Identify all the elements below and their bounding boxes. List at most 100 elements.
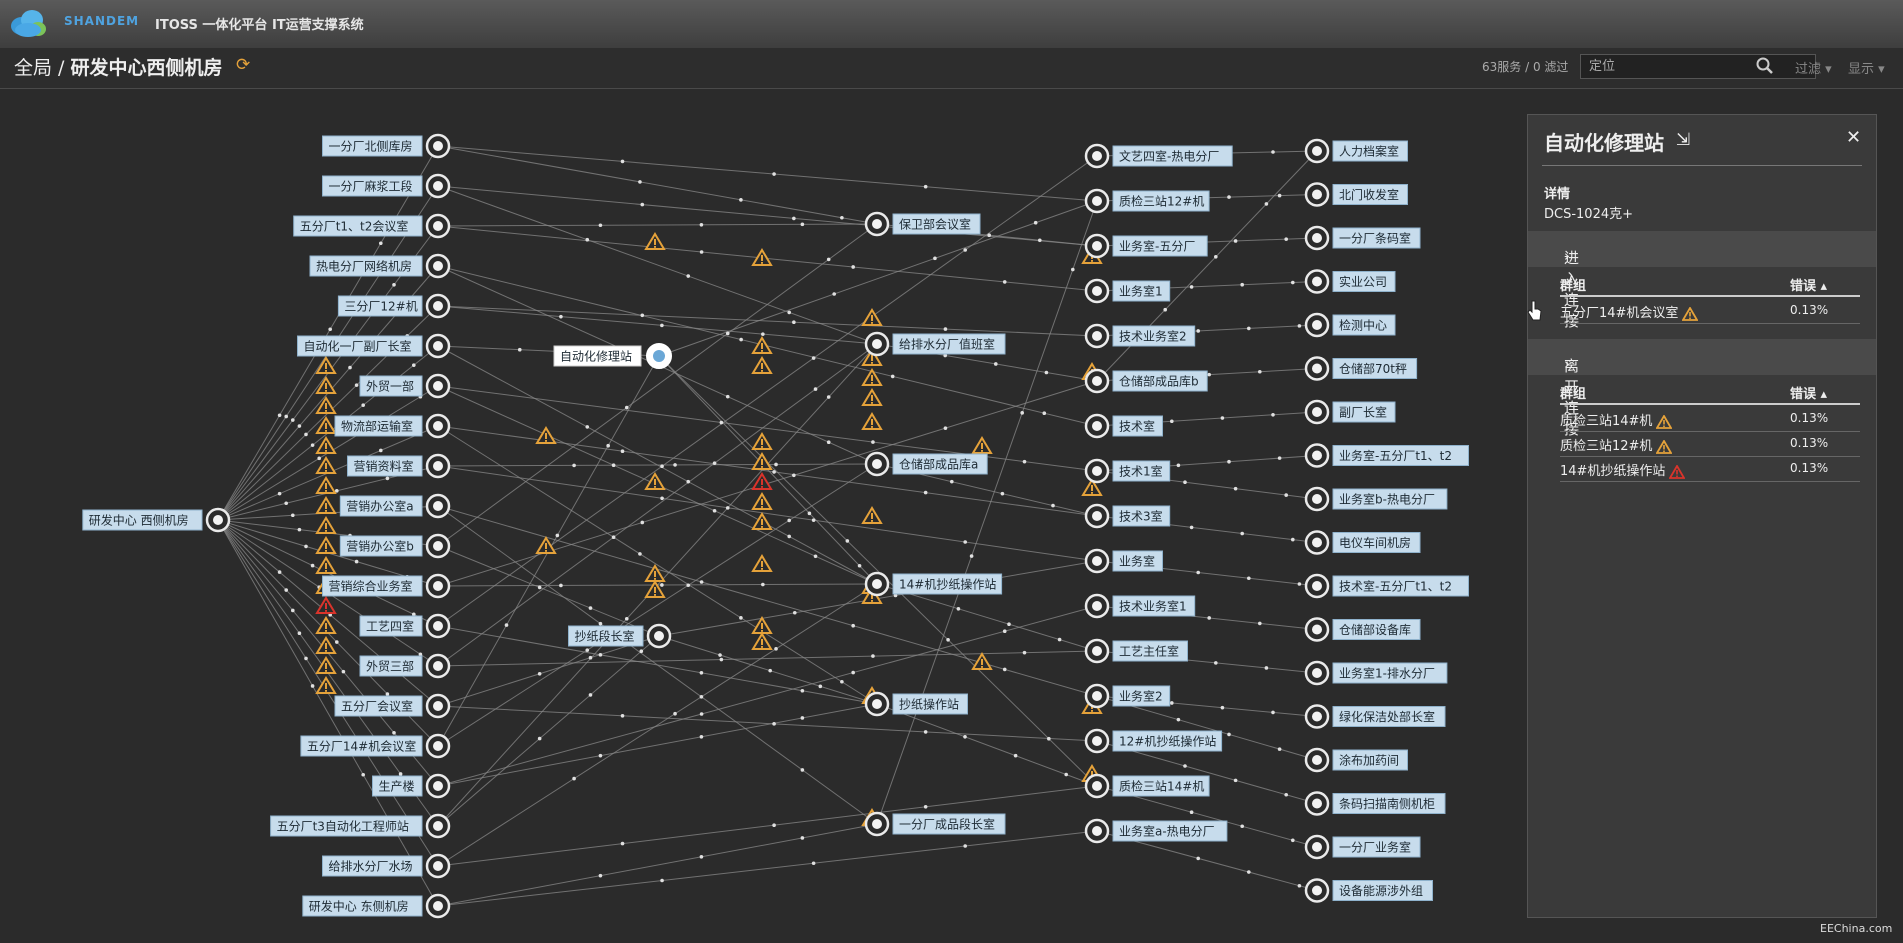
service-node[interactable]: 质检三站12#机: [1084, 188, 1210, 214]
service-node[interactable]: 技术室: [1084, 413, 1163, 439]
service-node[interactable]: 业务室1: [1084, 278, 1171, 304]
service-node[interactable]: 生产楼: [372, 773, 451, 799]
service-node[interactable]: 业务室b-热电分厂: [1304, 486, 1448, 512]
warning-icon[interactable]: [535, 426, 557, 444]
outgoing-row[interactable]: 质检三站14#机 0.13%: [1560, 407, 1860, 432]
warning-icon[interactable]: [861, 412, 883, 430]
incoming-section-header[interactable]: › 进入连接: [1528, 231, 1876, 330]
service-node[interactable]: 条码扫描南侧机柜: [1304, 791, 1446, 816]
service-node[interactable]: 保卫部会议室: [864, 211, 981, 237]
warning-icon[interactable]: [751, 554, 773, 572]
service-node[interactable]: 检测中心: [1304, 312, 1396, 338]
service-node[interactable]: 业务室: [1084, 548, 1163, 574]
service-node[interactable]: 北门收发室: [1304, 182, 1408, 207]
incoming-col-group[interactable]: 群组: [1560, 275, 1586, 294]
service-node[interactable]: 营销办公室b: [339, 533, 451, 559]
outgoing-row[interactable]: 质检三站12#机 0.13%: [1560, 432, 1860, 457]
warning-icon[interactable]: [315, 436, 337, 454]
warning-icon[interactable]: [315, 556, 337, 574]
warning-icon[interactable]: [315, 456, 337, 474]
service-node[interactable]: 五分厂会议室: [334, 693, 451, 719]
warning-icon[interactable]: [751, 632, 773, 650]
service-node[interactable]: 一分厂业务室: [1304, 834, 1421, 860]
service-node[interactable]: 一分厂条码室: [1304, 225, 1421, 251]
warning-icon[interactable]: [751, 336, 773, 354]
search-icon[interactable]: [1755, 56, 1775, 76]
warning-icon[interactable]: [751, 432, 773, 450]
service-node[interactable]: 外贸三部: [359, 653, 451, 679]
warning-icon[interactable]: [751, 512, 773, 530]
close-icon[interactable]: ✕: [1846, 127, 1861, 148]
warning-icon[interactable]: [861, 368, 883, 386]
service-node[interactable]: 仓储部成品库b: [1084, 368, 1208, 394]
service-node[interactable]: 一分厂麻浆工段: [322, 173, 451, 199]
warning-icon[interactable]: [751, 356, 773, 374]
service-node[interactable]: 绿化保洁处部长室: [1304, 704, 1446, 729]
service-node[interactable]: 三分厂12#机: [337, 293, 451, 319]
warning-icon[interactable]: [971, 436, 993, 454]
outgoing-section-header[interactable]: › 离开连接: [1528, 339, 1876, 438]
service-node[interactable]: 技术1室: [1084, 458, 1171, 484]
service-node[interactable]: 业务室2: [1084, 683, 1171, 709]
service-node[interactable]: 营销办公室a: [339, 493, 451, 519]
warning-icon[interactable]: [751, 492, 773, 510]
outgoing-row[interactable]: 14#机抄纸操作站 0.13%: [1560, 457, 1860, 482]
service-node[interactable]: 抄纸段长室: [568, 623, 672, 649]
service-node[interactable]: 人力档案室: [1304, 138, 1408, 164]
service-node[interactable]: 业务室1-排水分厂: [1304, 660, 1448, 686]
service-node[interactable]: 营销资料室: [347, 453, 451, 479]
breadcrumb-root[interactable]: 全局: [14, 57, 52, 79]
search-input[interactable]: [1580, 54, 1816, 79]
root-node[interactable]: 研发中心 西侧机房: [82, 507, 231, 533]
warning-icon[interactable]: [751, 616, 773, 634]
warning-icon[interactable]: [315, 496, 337, 514]
warning-icon[interactable]: [315, 476, 337, 494]
service-node[interactable]: 业务室-五分厂t1、t2: [1304, 443, 1469, 468]
warning-icon[interactable]: [315, 416, 337, 434]
service-node[interactable]: 仓储部成品库a: [864, 451, 988, 477]
service-node[interactable]: 给排水分厂值班室: [864, 331, 1006, 357]
service-node[interactable]: 研发中心 东侧机房: [302, 893, 451, 919]
warning-icon[interactable]: [315, 396, 337, 414]
incoming-col-error[interactable]: 错误 ▴: [1790, 275, 1827, 294]
service-node[interactable]: 工艺主任室: [1084, 638, 1188, 664]
service-node[interactable]: 涂布加药间: [1304, 747, 1408, 773]
service-node[interactable]: 热电分厂网络机房: [309, 253, 451, 279]
service-node[interactable]: 工艺四室: [359, 613, 451, 639]
selected-service-node[interactable]: 自动化修理站: [553, 343, 672, 369]
service-node[interactable]: 设备能源涉外组: [1304, 878, 1433, 903]
warning-icon[interactable]: [644, 232, 666, 250]
service-node[interactable]: 技术业务室2: [1084, 323, 1196, 349]
service-node[interactable]: 12#机抄纸操作站: [1084, 728, 1223, 754]
service-node[interactable]: 质检三站14#机: [1084, 773, 1210, 799]
service-node[interactable]: 自动化一厂副厂长室: [297, 333, 451, 359]
display-dropdown[interactable]: 显示 ▾: [1848, 58, 1885, 77]
service-node[interactable]: 文艺四室-热电分厂: [1084, 143, 1233, 169]
service-node[interactable]: 实业公司: [1304, 269, 1396, 294]
warning-icon[interactable]: [644, 564, 666, 582]
service-node[interactable]: 物流部运输室: [334, 413, 451, 439]
warning-icon[interactable]: [315, 616, 337, 634]
service-node[interactable]: 营销综合业务室: [322, 573, 451, 599]
service-node[interactable]: 电仪车间机房: [1304, 530, 1421, 555]
service-node[interactable]: 业务室-五分厂: [1084, 233, 1208, 259]
incoming-row[interactable]: 五分厂14#机会议室 0.13%: [1560, 299, 1860, 324]
service-node[interactable]: 外贸一部: [359, 373, 451, 399]
warning-icon[interactable]: [315, 656, 337, 674]
warning-icon[interactable]: [315, 636, 337, 654]
warning-icon[interactable]: [315, 376, 337, 394]
service-node[interactable]: 抄纸操作站: [864, 691, 968, 717]
service-node[interactable]: 仓储部设备库: [1304, 617, 1421, 642]
service-node[interactable]: 五分厂14#机会议室: [300, 733, 451, 759]
service-node[interactable]: 技术室-五分厂t1、t2: [1304, 573, 1469, 599]
warning-icon[interactable]: [751, 452, 773, 470]
service-node[interactable]: 14#机抄纸操作站: [864, 571, 1003, 597]
service-node[interactable]: 五分厂t3自动化工程师站: [270, 813, 451, 839]
service-node[interactable]: 一分厂成品段长室: [864, 811, 1006, 837]
warning-icon[interactable]: [315, 516, 337, 534]
refresh-icon[interactable]: ⟳: [236, 55, 250, 75]
outgoing-col-error[interactable]: 错误 ▴: [1790, 383, 1827, 402]
service-node[interactable]: 技术3室: [1084, 503, 1171, 529]
service-node[interactable]: 副厂长室: [1304, 399, 1396, 425]
service-node[interactable]: 五分厂t1、t2会议室: [293, 213, 451, 239]
